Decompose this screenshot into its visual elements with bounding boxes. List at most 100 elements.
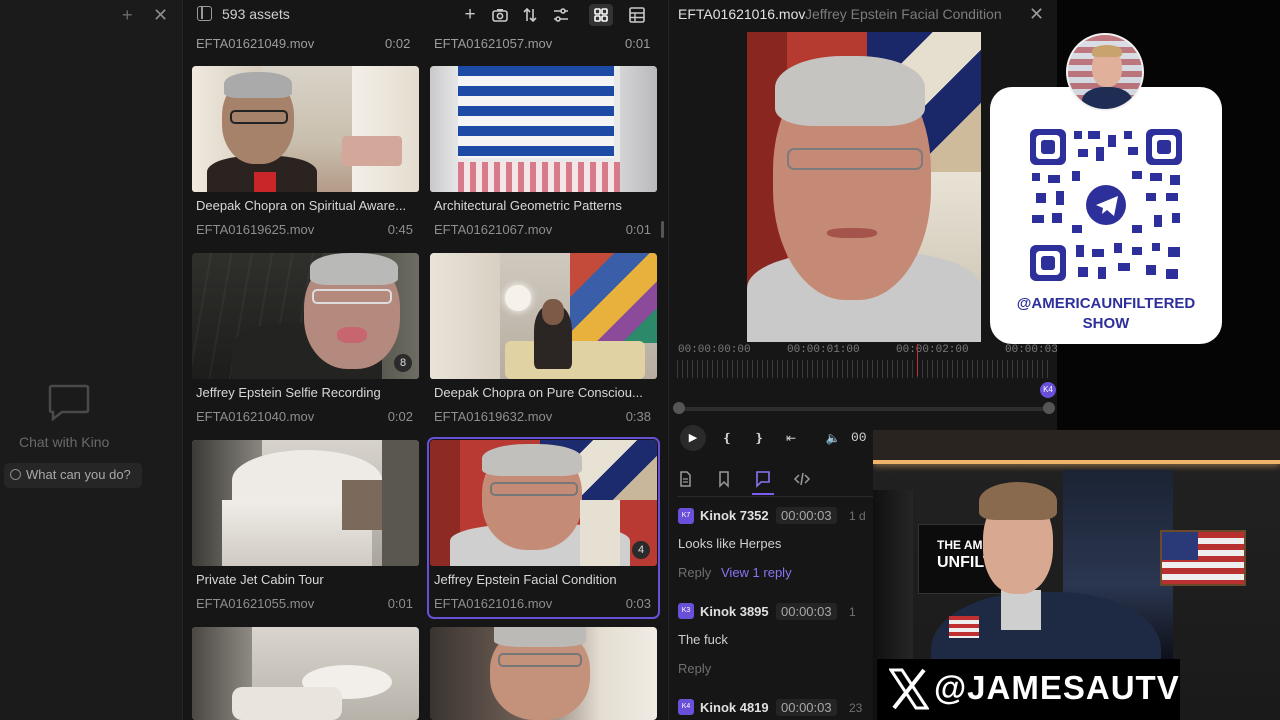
comment-avatar: K4 — [678, 699, 694, 715]
asset-title: Deepak Chopra on Spiritual Aware... — [196, 198, 407, 213]
reply-link[interactable]: Reply — [678, 565, 711, 580]
detail-title: Jeffrey Epstein Facial Condition — [805, 6, 1002, 22]
range-start-handle[interactable] — [673, 402, 685, 414]
range-track[interactable] — [678, 407, 1048, 411]
comment-author: Kinok 7352 — [700, 508, 769, 523]
asset-filename: EFTA01619632.mov — [434, 409, 553, 424]
comment-timestamp[interactable]: 00:00:03 — [776, 507, 837, 524]
asset-duration: 0:02 — [385, 36, 411, 51]
comment-age: 1 d — [849, 509, 866, 523]
asset-filename: EFTA01619625.mov — [196, 222, 315, 237]
video-thumbnail — [430, 253, 657, 379]
go-to-in-icon[interactable]: ⇤ — [780, 429, 802, 447]
asset-duration: 0:03 — [625, 596, 651, 611]
comment-timestamp[interactable]: 00:00:03 — [776, 699, 837, 716]
table-view-icon[interactable] — [626, 4, 648, 26]
comment-author: Kinok 3895 — [700, 604, 769, 619]
comment-age: 1 — [849, 605, 856, 619]
qr-code-image — [1030, 129, 1182, 281]
qr-handle-line2: SHOW — [1082, 315, 1130, 332]
video-preview[interactable] — [747, 32, 981, 342]
asset-card[interactable]: Deepak Chopra on Pure Consciou... EFTA01… — [430, 253, 657, 429]
comment-author: Kinok 4819 — [700, 700, 769, 715]
comment-marker[interactable]: K4 — [1040, 382, 1056, 398]
asset-card-selected[interactable]: 4 Jeffrey Epstein Facial Condition EFTA0… — [427, 437, 660, 619]
timecode-label: 00:00:03: — [1005, 344, 1065, 356]
filter-sliders-icon[interactable] — [550, 4, 572, 26]
asset-count: 593 assets — [222, 6, 290, 22]
comment-avatar: K3 — [678, 603, 694, 619]
suggestion-chip-label: What can you do? — [26, 467, 131, 482]
asset-filename: EFTA01621049.mov — [196, 36, 315, 51]
comment-text: The fuck — [678, 632, 728, 647]
asset-title: Jeffrey Epstein Facial Condition — [434, 572, 617, 587]
suggestion-chip[interactable]: What can you do? — [4, 463, 142, 488]
video-thumbnail[interactable] — [192, 627, 419, 720]
volume-icon[interactable]: 🔈 — [822, 429, 844, 447]
asset-duration: 0:01 — [387, 596, 413, 611]
comments-icon[interactable] — [752, 469, 774, 495]
asset-grid-panel: 593 assets + EFTA01621049.mov 0:02 EFTA0… — [184, 0, 667, 720]
comment-avatar: K7 — [678, 508, 694, 524]
asset-filename: EFTA01621016.mov — [434, 596, 553, 611]
asset-duration: 0:01 — [625, 36, 651, 51]
asset-filename: EFTA01621040.mov — [196, 409, 315, 424]
x-logo-icon — [889, 668, 929, 710]
qr-handle-line1: @AMERICAUNFILTERED — [1016, 295, 1196, 312]
chat-bubble-icon — [48, 384, 90, 421]
grid-view-icon[interactable] — [589, 4, 613, 26]
asset-card[interactable]: Deepak Chopra on Spiritual Aware... EFTA… — [192, 66, 419, 242]
host-avatar — [1066, 33, 1144, 111]
close-panel-icon[interactable]: ✕ — [153, 5, 168, 26]
x-handle-text: @JAMESAUTV — [934, 669, 1180, 706]
mark-in-icon[interactable]: ❴ — [716, 429, 738, 447]
chat-with-kino-label: Chat with Kino — [19, 434, 110, 450]
play-icon[interactable]: ▶ — [680, 425, 706, 451]
comment-count-badge: 4 — [632, 541, 650, 559]
asset-duration: 0:38 — [625, 409, 651, 424]
code-icon[interactable] — [791, 469, 813, 489]
asset-title: Deepak Chopra on Pure Consciou... — [434, 385, 643, 400]
video-thumbnail — [430, 440, 657, 566]
comment-text: Looks like Herpes — [678, 536, 782, 551]
timecode-label: 00:00:02:00 — [896, 344, 969, 356]
view-replies-link[interactable]: View 1 reply — [721, 565, 792, 580]
mark-out-icon[interactable]: ❵ — [748, 429, 770, 447]
file-info-icon[interactable] — [674, 469, 696, 489]
asset-duration: 0:45 — [387, 222, 413, 237]
asset-title: Jeffrey Epstein Selfie Recording — [196, 385, 381, 400]
asset-title: Architectural Geometric Patterns — [434, 198, 622, 213]
info-icon — [10, 469, 21, 480]
asset-duration: 0:02 — [387, 409, 413, 424]
playhead[interactable] — [917, 344, 918, 376]
asset-filename: EFTA01621057.mov — [434, 36, 553, 51]
add-icon[interactable]: + — [459, 4, 481, 26]
video-thumbnail — [192, 440, 419, 566]
left-chat-panel — [0, 0, 183, 720]
camera-icon[interactable] — [489, 4, 511, 26]
new-chat-plus-icon[interactable]: + — [122, 5, 133, 26]
video-thumbnail — [430, 66, 657, 192]
video-thumbnail[interactable] — [430, 627, 657, 720]
range-end-handle[interactable] — [1043, 402, 1055, 414]
sort-icon[interactable] — [519, 4, 541, 26]
asset-duration: 0:01 — [625, 222, 651, 237]
current-time: 00 — [851, 430, 867, 445]
asset-card[interactable]: 8 Jeffrey Epstein Selfie Recording EFTA0… — [192, 253, 419, 429]
timecode-label: 00:00:00:00 — [678, 344, 751, 356]
bookmark-icon[interactable] — [713, 469, 735, 489]
asset-card[interactable]: Private Jet Cabin Tour EFTA01621055.mov … — [192, 440, 419, 616]
qr-handle-label: @AMERICAUNFILTERED SHOW — [990, 294, 1222, 334]
comment-timestamp[interactable]: 00:00:03 — [776, 603, 837, 620]
grid-scrollbar[interactable] — [661, 221, 664, 238]
grid-header: 593 assets + — [184, 0, 667, 30]
asset-filename: EFTA01621067.mov — [434, 222, 553, 237]
video-thumbnail — [192, 253, 419, 379]
close-icon[interactable]: ✕ — [1029, 4, 1044, 25]
asset-card[interactable]: Architectural Geometric Patterns EFTA016… — [430, 66, 657, 242]
reply-link[interactable]: Reply — [678, 661, 711, 676]
sidebar-toggle-icon[interactable] — [197, 6, 212, 21]
asset-filename: EFTA01621055.mov — [196, 596, 315, 611]
timeline-ruler[interactable] — [677, 360, 1049, 378]
timecode-label: 00:00:01:00 — [787, 344, 860, 356]
